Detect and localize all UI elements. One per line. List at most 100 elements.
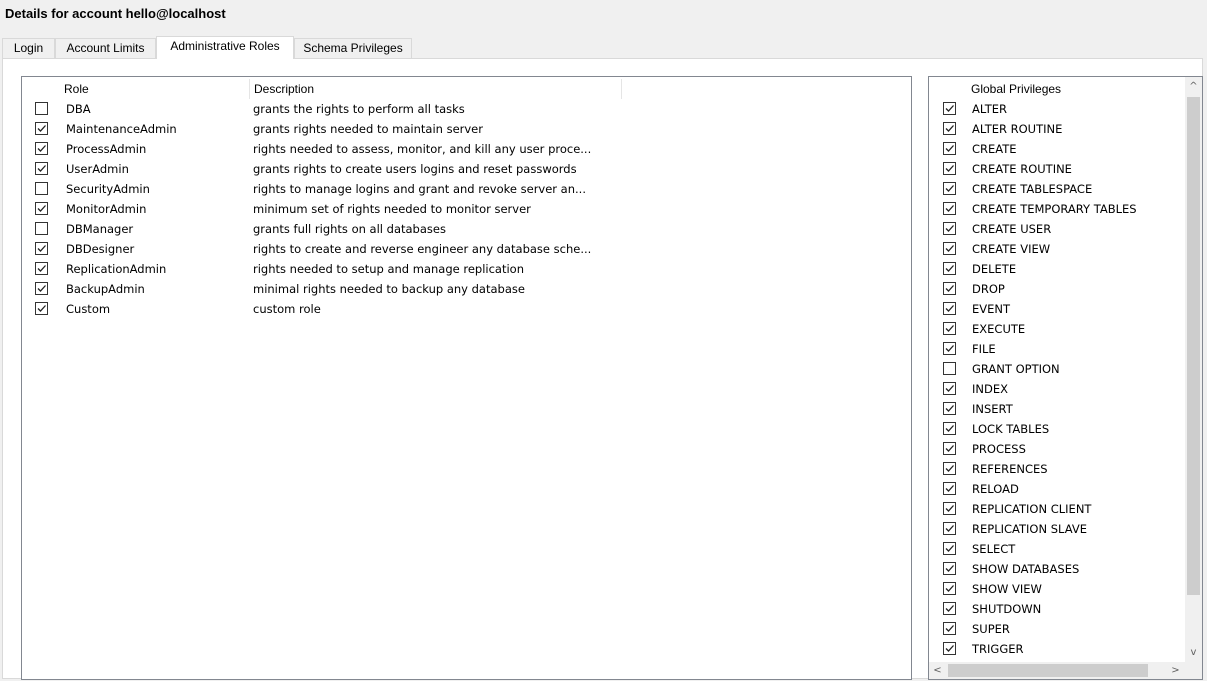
privilege-row[interactable]: CREATE VIEW	[929, 239, 1202, 259]
role-row[interactable]: UserAdmin grants rights to create users l…	[22, 159, 911, 179]
role-row[interactable]: MonitorAdmin minimum set of rights needed…	[22, 199, 911, 219]
privilege-row[interactable]: GRANT OPTION	[929, 359, 1202, 379]
privilege-row[interactable]: REPLICATION CLIENT	[929, 499, 1202, 519]
checkbox[interactable]	[35, 242, 48, 255]
privilege-row[interactable]: CREATE TEMPORARY TABLES	[929, 199, 1202, 219]
privilege-row[interactable]: PROCESS	[929, 439, 1202, 459]
column-header-description[interactable]: Description	[250, 79, 622, 99]
privilege-row[interactable]: CREATE	[929, 139, 1202, 159]
checkbox[interactable]	[35, 162, 48, 175]
checkbox[interactable]	[943, 622, 956, 635]
checkbox[interactable]	[35, 182, 48, 195]
checkbox[interactable]	[943, 342, 956, 355]
vertical-scroll-thumb[interactable]	[1187, 97, 1200, 595]
checkbox[interactable]	[943, 562, 956, 575]
privilege-row[interactable]: RELOAD	[929, 479, 1202, 499]
checkmark-icon	[945, 305, 954, 312]
privilege-name: PROCESS	[972, 442, 1026, 456]
checkbox[interactable]	[943, 322, 956, 335]
role-row[interactable]: MaintenanceAdmin grants rights needed to …	[22, 119, 911, 139]
checkbox[interactable]	[943, 142, 956, 155]
role-row[interactable]: DBManager grants full rights on all datab…	[22, 219, 911, 239]
column-header-role[interactable]: Role	[60, 79, 250, 99]
role-row[interactable]: BackupAdmin minimal rights needed to back…	[22, 279, 911, 299]
privilege-row[interactable]: INSERT	[929, 399, 1202, 419]
checkmark-icon	[945, 105, 954, 112]
role-row[interactable]: ReplicationAdmin rights needed to setup a…	[22, 259, 911, 279]
checkbox[interactable]	[943, 182, 956, 195]
checkbox[interactable]	[943, 302, 956, 315]
privilege-row[interactable]: SUPER	[929, 619, 1202, 639]
checkbox[interactable]	[943, 222, 956, 235]
privilege-row[interactable]: FILE	[929, 339, 1202, 359]
checkbox[interactable]	[943, 282, 956, 295]
privilege-row[interactable]: ALTER ROUTINE	[929, 119, 1202, 139]
horizontal-scrollbar[interactable]: < >	[929, 662, 1185, 679]
scroll-down-icon[interactable]: v	[1185, 644, 1202, 661]
role-row[interactable]: Custom custom role	[22, 299, 911, 319]
checkbox[interactable]	[943, 362, 956, 375]
checkbox[interactable]	[943, 442, 956, 455]
role-row[interactable]: SecurityAdmin rights to manage logins and…	[22, 179, 911, 199]
privilege-row[interactable]: REPLICATION SLAVE	[929, 519, 1202, 539]
checkbox[interactable]	[943, 642, 956, 655]
checkbox[interactable]	[943, 602, 956, 615]
tab-administrative-roles[interactable]: Administrative Roles	[156, 36, 294, 59]
horizontal-scroll-thumb[interactable]	[948, 664, 1148, 677]
checkbox[interactable]	[35, 122, 48, 135]
role-row[interactable]: DBA grants the rights to perform all task…	[22, 99, 911, 119]
checkbox[interactable]	[943, 382, 956, 395]
checkbox[interactable]	[943, 582, 956, 595]
checkbox[interactable]	[35, 302, 48, 315]
checkbox[interactable]	[943, 402, 956, 415]
checkbox[interactable]	[35, 222, 48, 235]
privilege-row[interactable]: INDEX	[929, 379, 1202, 399]
scroll-up-icon[interactable]: ^	[1185, 78, 1202, 95]
checkbox[interactable]	[35, 102, 48, 115]
privilege-row[interactable]: LOCK TABLES	[929, 419, 1202, 439]
column-header-global-privileges[interactable]: Global Privileges	[967, 79, 1177, 99]
checkbox[interactable]	[943, 502, 956, 515]
privilege-row[interactable]: CREATE USER	[929, 219, 1202, 239]
scroll-right-icon[interactable]: >	[1167, 662, 1184, 679]
tab-schema-privileges[interactable]: Schema Privileges	[294, 38, 412, 58]
privilege-row[interactable]: CREATE TABLESPACE	[929, 179, 1202, 199]
checkbox[interactable]	[943, 102, 956, 115]
checkbox[interactable]	[943, 522, 956, 535]
privilege-row[interactable]: TRIGGER	[929, 639, 1202, 659]
privilege-row[interactable]: SHOW DATABASES	[929, 559, 1202, 579]
checkbox[interactable]	[943, 122, 956, 135]
role-row[interactable]: ProcessAdmin rights needed to assess, mon…	[22, 139, 911, 159]
global-privileges-list[interactable]: Global Privileges ALTER ALTER ROUTINE CREA…	[928, 76, 1203, 680]
privilege-name: CREATE VIEW	[972, 242, 1051, 256]
checkbox[interactable]	[943, 542, 956, 555]
roles-list[interactable]: Role Description DBA grants the rights to…	[21, 76, 912, 680]
checkbox[interactable]	[35, 282, 48, 295]
privilege-row[interactable]: DELETE	[929, 259, 1202, 279]
checkbox[interactable]	[943, 422, 956, 435]
vertical-scrollbar[interactable]: ^ v	[1185, 77, 1202, 663]
checkmark-icon	[945, 425, 954, 432]
privilege-row[interactable]: DROP	[929, 279, 1202, 299]
privilege-row[interactable]: ALTER	[929, 99, 1202, 119]
role-row[interactable]: DBDesigner rights to create and reverse e…	[22, 239, 911, 259]
checkbox[interactable]	[943, 462, 956, 475]
checkbox[interactable]	[943, 162, 956, 175]
privilege-row[interactable]: CREATE ROUTINE	[929, 159, 1202, 179]
checkbox[interactable]	[943, 482, 956, 495]
privilege-row[interactable]: SHUTDOWN	[929, 599, 1202, 619]
privilege-row[interactable]: SELECT	[929, 539, 1202, 559]
checkbox[interactable]	[35, 142, 48, 155]
privilege-row[interactable]: REFERENCES	[929, 459, 1202, 479]
scroll-left-icon[interactable]: <	[929, 662, 946, 679]
checkbox[interactable]	[943, 202, 956, 215]
checkbox[interactable]	[943, 262, 956, 275]
checkbox[interactable]	[943, 242, 956, 255]
privilege-row[interactable]: SHOW VIEW	[929, 579, 1202, 599]
tab-account-limits[interactable]: Account Limits	[55, 38, 156, 58]
tab-login[interactable]: Login	[2, 38, 55, 58]
privilege-row[interactable]: EXECUTE	[929, 319, 1202, 339]
checkbox[interactable]	[35, 262, 48, 275]
privilege-row[interactable]: EVENT	[929, 299, 1202, 319]
checkbox[interactable]	[35, 202, 48, 215]
